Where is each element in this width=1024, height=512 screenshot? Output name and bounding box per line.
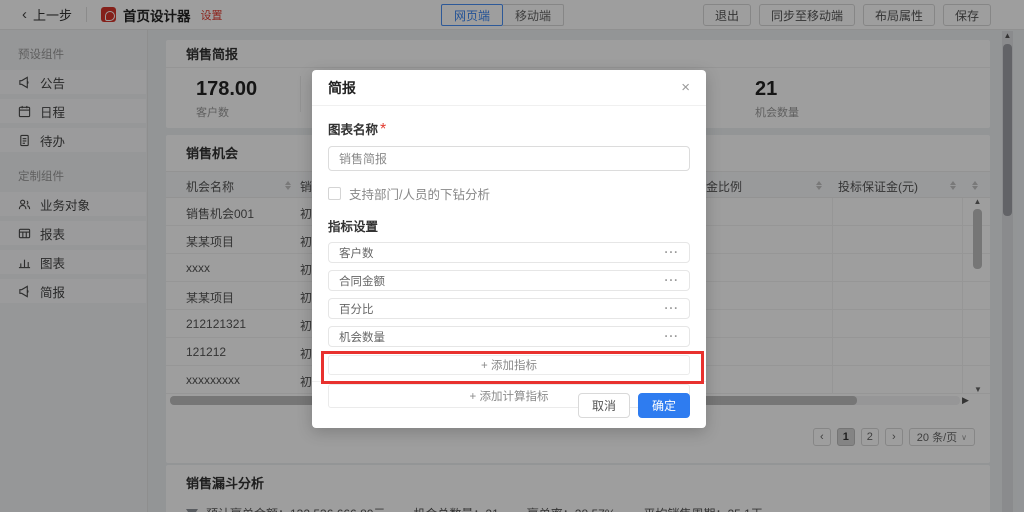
- checkbox-label: 支持部门/人员的下钻分析: [349, 184, 490, 203]
- metric-row-contract-amount[interactable]: 合同金额 ···: [328, 270, 690, 291]
- metric-label: 客户数: [339, 245, 374, 261]
- chart-name-input[interactable]: [328, 146, 690, 171]
- metrics-settings-label: 指标设置: [328, 216, 690, 235]
- drilldown-checkbox-row[interactable]: 支持部门/人员的下钻分析: [328, 184, 690, 203]
- metric-row-percentage[interactable]: 百分比 ···: [328, 298, 690, 319]
- chart-name-label: 图表名称: [328, 123, 378, 137]
- modal-footer: 取消 确定: [312, 381, 706, 428]
- confirm-button[interactable]: 确定: [638, 393, 690, 418]
- metric-label: 合同金额: [339, 273, 385, 289]
- required-mark: *: [380, 121, 386, 138]
- modal-header: 简报 ×: [312, 70, 706, 106]
- more-actions-icon[interactable]: ···: [665, 275, 680, 287]
- close-icon[interactable]: ×: [681, 80, 690, 95]
- more-actions-icon[interactable]: ···: [665, 247, 680, 259]
- more-actions-icon[interactable]: ···: [665, 331, 680, 343]
- checkbox-icon[interactable]: [328, 187, 341, 200]
- metric-label: 机会数量: [339, 329, 385, 345]
- cancel-button[interactable]: 取消: [578, 393, 630, 418]
- add-metric-button[interactable]: + 添加指标: [328, 355, 690, 375]
- metric-row-customer-count[interactable]: 客户数 ···: [328, 242, 690, 263]
- modal-title: 简报: [328, 78, 356, 98]
- metric-label: 百分比: [339, 301, 374, 317]
- metric-row-opportunity-count[interactable]: 机会数量 ···: [328, 326, 690, 347]
- briefing-modal: 简报 × 图表名称* 支持部门/人员的下钻分析 指标设置 客户数 ··· 合同金…: [312, 70, 706, 428]
- modal-body: 图表名称* 支持部门/人员的下钻分析 指标设置 客户数 ··· 合同金额 ···…: [312, 106, 706, 408]
- more-actions-icon[interactable]: ···: [665, 303, 680, 315]
